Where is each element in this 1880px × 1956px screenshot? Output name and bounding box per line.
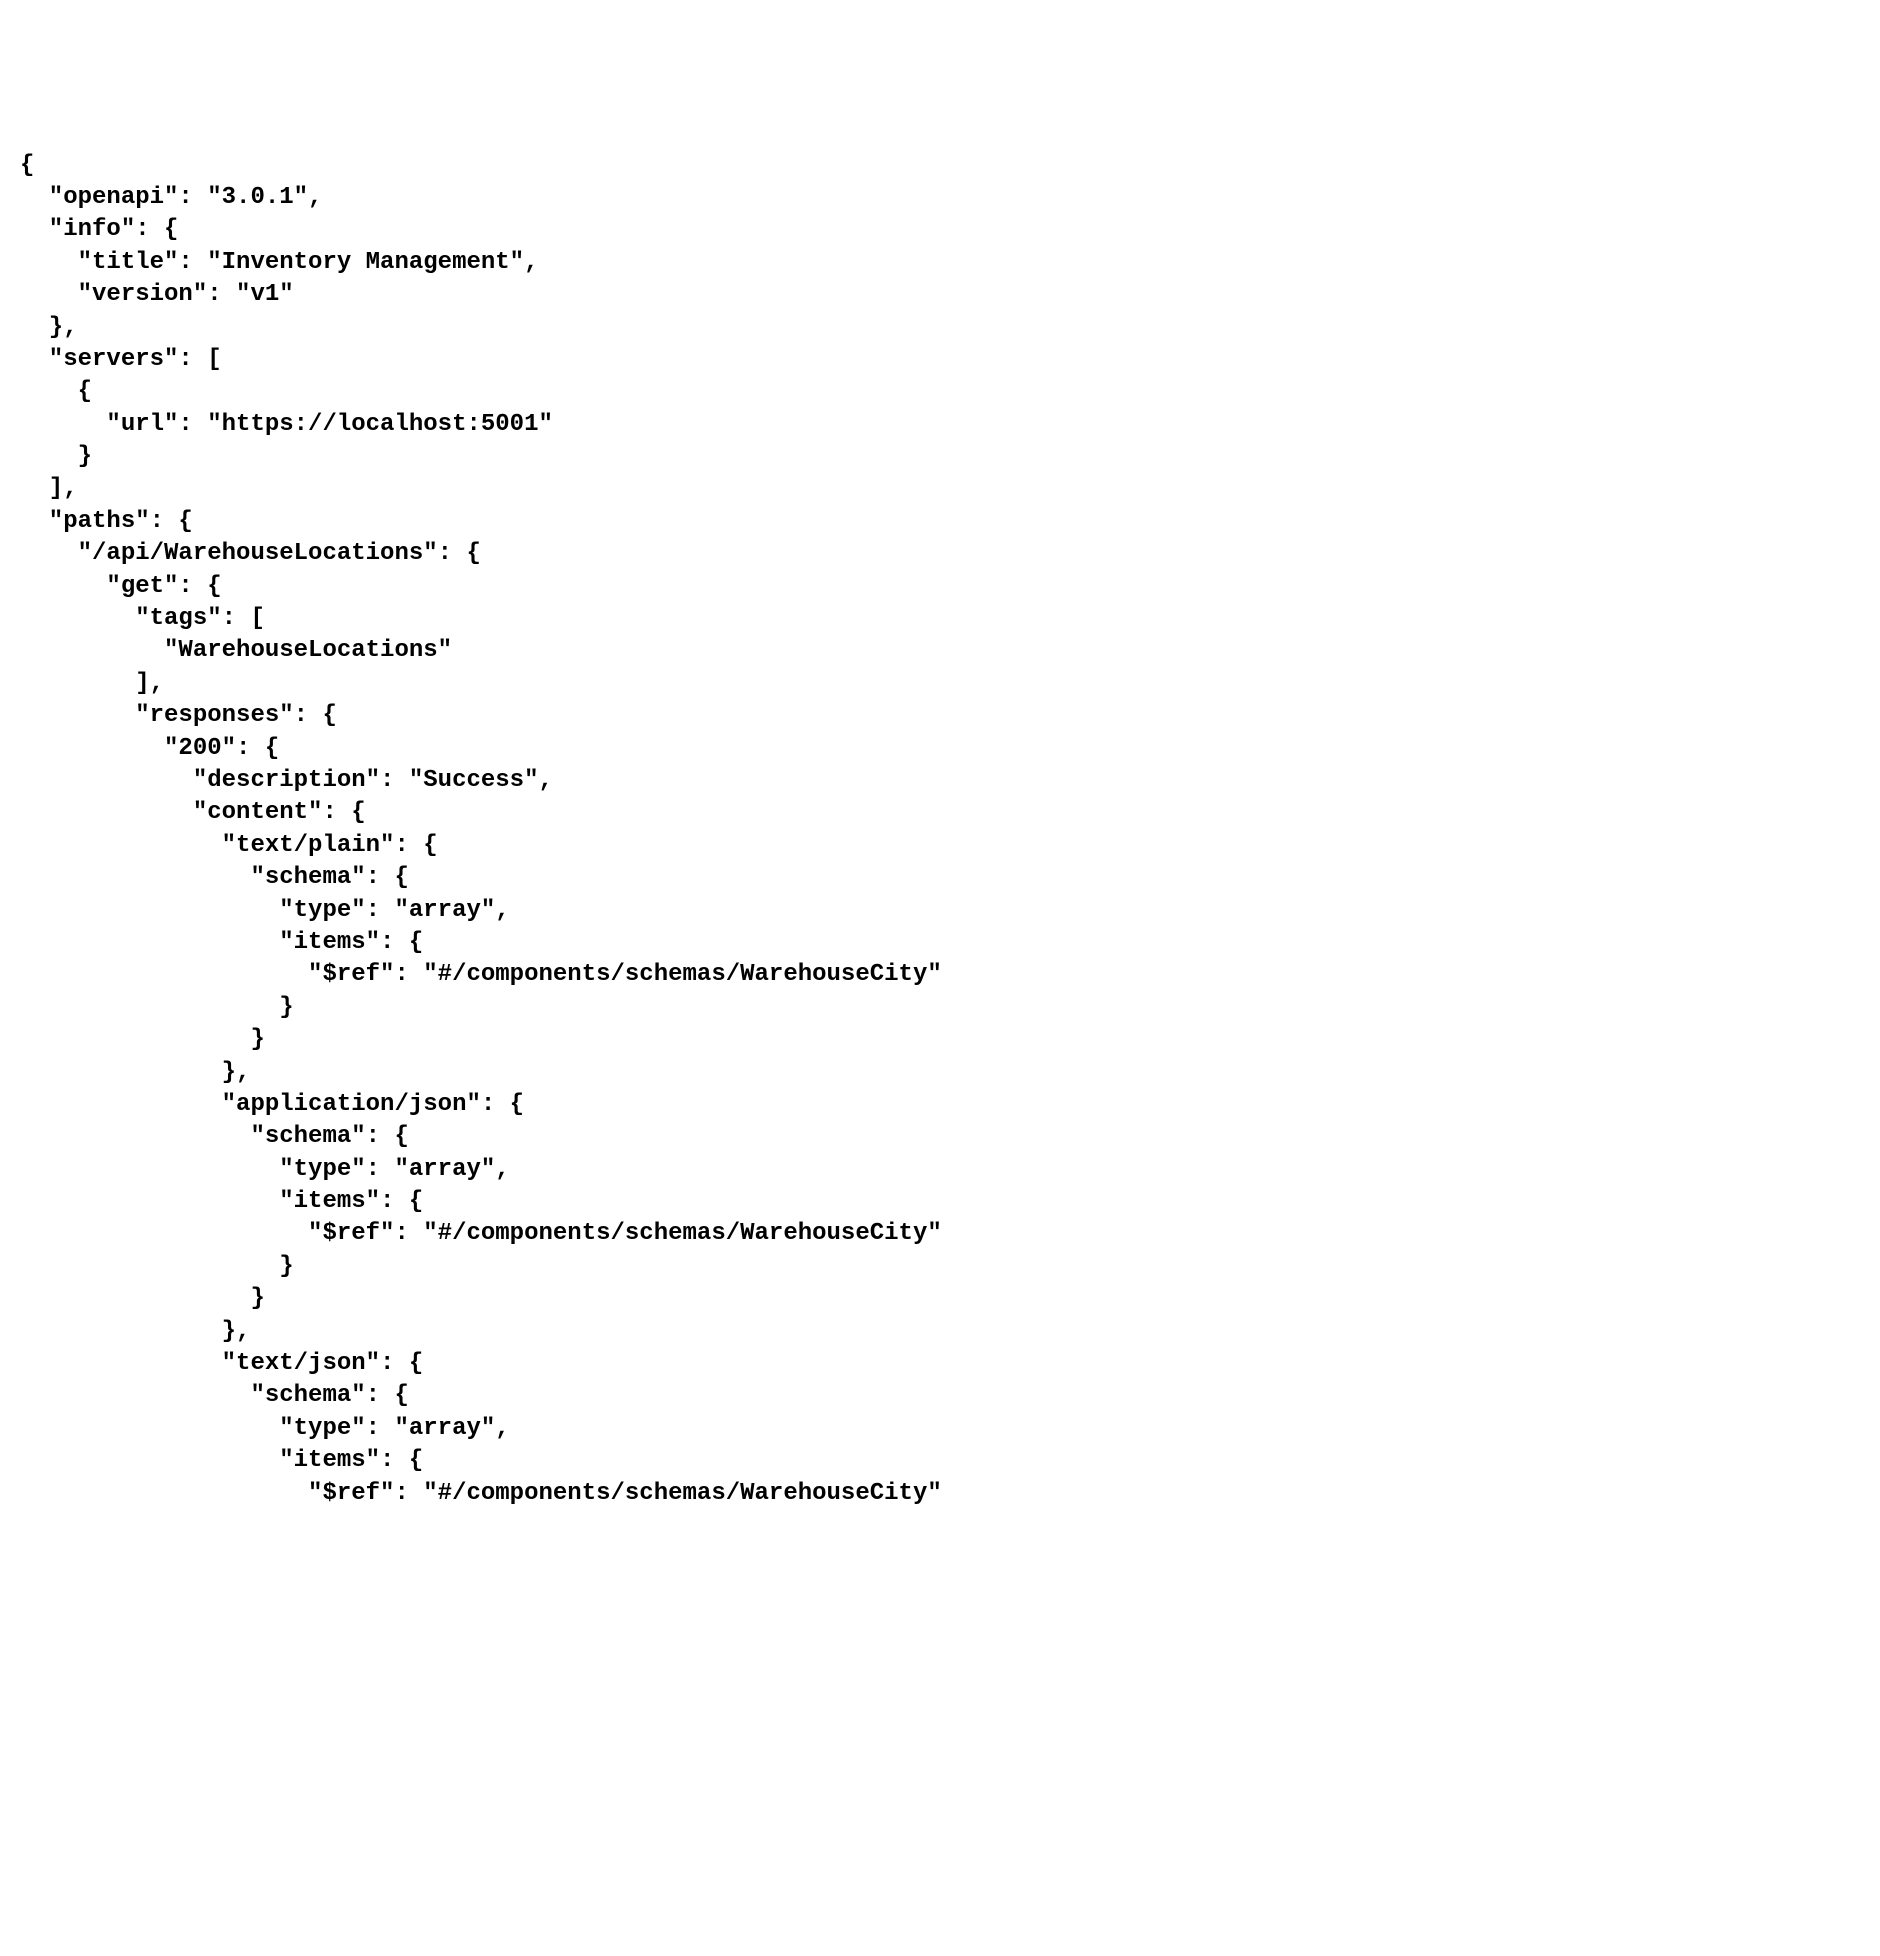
code-line: "schema": { [20,1123,409,1150]
code-line: }, [20,1059,250,1086]
code-line: "description": "Success", [20,767,553,794]
code-line: }, [20,1318,250,1345]
code-line: "200": { [20,735,279,762]
code-line: "application/json": { [20,1091,524,1118]
code-line: "servers": [ [20,346,222,373]
code-line: "WarehouseLocations" [20,637,452,664]
code-line: "openapi": "3.0.1", [20,184,322,211]
code-line: "$ref": "#/components/schemas/WarehouseC… [20,1220,942,1247]
code-line: "$ref": "#/components/schemas/WarehouseC… [20,1480,942,1507]
code-line: "items": { [20,929,423,956]
code-line: "paths": { [20,508,193,535]
code-line: "type": "array", [20,897,510,924]
code-line: }, [20,314,78,341]
code-line: "text/plain": { [20,832,438,859]
code-line: "schema": { [20,1382,409,1409]
code-line: "get": { [20,573,222,600]
code-line: "title": "Inventory Management", [20,249,538,276]
code-line: "text/json": { [20,1350,423,1377]
code-line: "version": "v1" [20,281,294,308]
code-line: } [20,1026,265,1053]
code-line: } [20,1253,294,1280]
code-line: "schema": { [20,864,409,891]
code-line: } [20,443,92,470]
code-line: "items": { [20,1447,423,1474]
code-line: { [20,378,92,405]
code-line: "items": { [20,1188,423,1215]
code-line: "info": { [20,216,178,243]
code-line: } [20,994,294,1021]
code-line: "/api/WarehouseLocations": { [20,540,481,567]
code-line: ], [20,670,164,697]
code-line: "content": { [20,799,366,826]
code-line: ], [20,475,78,502]
code-line: "type": "array", [20,1156,510,1183]
code-line: "url": "https://localhost:5001" [20,411,553,438]
code-line: "tags": [ [20,605,265,632]
code-line: { [20,152,34,179]
code-line: "responses": { [20,702,337,729]
code-line: "type": "array", [20,1415,510,1442]
json-code-block: { "openapi": "3.0.1", "info": { "title":… [20,150,1860,1510]
code-line: } [20,1285,265,1312]
code-line: "$ref": "#/components/schemas/WarehouseC… [20,961,942,988]
